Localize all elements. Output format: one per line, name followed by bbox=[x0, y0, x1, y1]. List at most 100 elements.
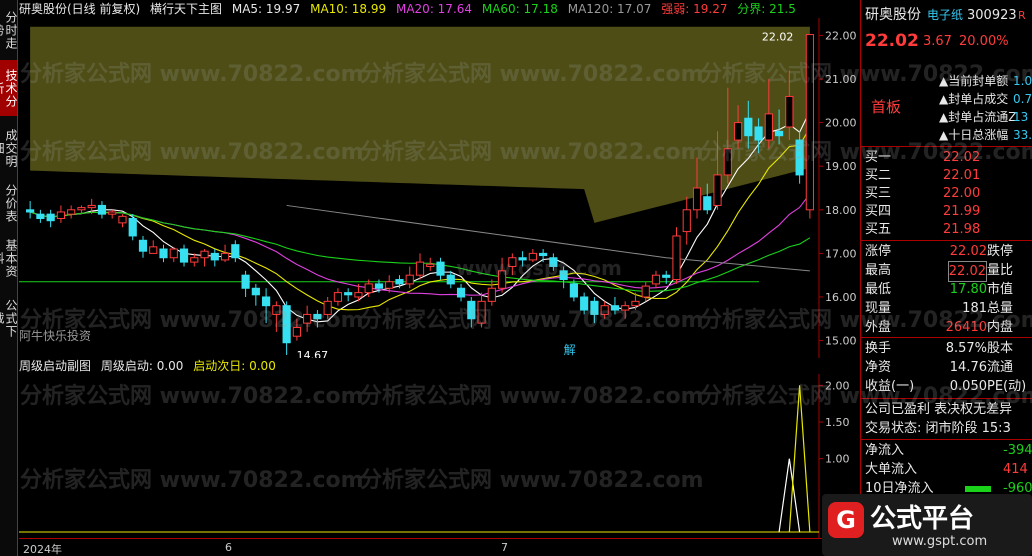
finance-row: 换手 8.57% 股本 bbox=[861, 339, 1032, 358]
stat-row: 现量 181 总量 bbox=[861, 299, 1032, 318]
seal-row: ▲封单占成交 0.72 bbox=[861, 90, 1032, 109]
sub-tick-label: 1.50 bbox=[825, 416, 850, 429]
candle-body bbox=[467, 300, 476, 320]
finance-value: 8.57% bbox=[945, 341, 987, 356]
tab-basic-info[interactable]: 基本资料 bbox=[0, 230, 18, 286]
last-price: 22.02 bbox=[865, 31, 919, 51]
candle-body bbox=[292, 326, 301, 337]
tab-technical-analysis[interactable]: 技术分析 bbox=[0, 60, 18, 116]
candle-body bbox=[36, 213, 45, 220]
stat-value: 26410 bbox=[945, 320, 987, 335]
stat-label: 最高 bbox=[865, 263, 892, 278]
candle-body bbox=[77, 207, 86, 211]
bid-label: 买一 bbox=[865, 150, 892, 165]
tab-formula-download[interactable]: 公式下载 bbox=[0, 290, 18, 346]
candle-body bbox=[374, 283, 384, 289]
candle-body bbox=[569, 283, 578, 298]
bid-label: 买三 bbox=[865, 186, 892, 201]
company-status: 公司已盈利 表决权无差异 bbox=[865, 402, 1013, 417]
sub-chart-title[interactable]: 周级启动副图 bbox=[19, 359, 91, 373]
candle-body bbox=[241, 274, 250, 289]
sector-tag[interactable]: 电子纸 bbox=[927, 6, 963, 25]
candle-body bbox=[733, 122, 743, 141]
candle-body bbox=[200, 250, 209, 259]
bid-row[interactable]: 买二 22.01 bbox=[861, 166, 1032, 185]
seal-row: ▲当前封单额 1.03 bbox=[861, 72, 1032, 91]
candle-body bbox=[333, 292, 343, 302]
candle-body bbox=[703, 196, 712, 211]
bid-row[interactable]: 买四 21.99 bbox=[861, 202, 1032, 221]
resistance-band bbox=[30, 26, 810, 223]
seal-label: ▲十日总涨幅 bbox=[939, 128, 1009, 142]
candle-body bbox=[805, 34, 814, 211]
finance-label: 净资 bbox=[865, 360, 892, 375]
candle-body bbox=[128, 218, 137, 237]
signal-line bbox=[778, 458, 801, 533]
candle-body bbox=[87, 204, 96, 209]
seal-label: ▲封单占流通Z bbox=[939, 110, 1017, 124]
price-chart[interactable]: 22.00 21.00 20.00 19.00 18.00 17.00 16.00 15.00… bbox=[19, 18, 857, 358]
candle-body bbox=[56, 211, 65, 220]
stat-label: 涨停 bbox=[865, 244, 892, 259]
candle-body bbox=[508, 257, 517, 267]
strength-readout: 强弱: 19.27 bbox=[661, 2, 728, 16]
tab-time-share[interactable]: 分时走势 bbox=[0, 2, 18, 58]
candle-body bbox=[754, 126, 763, 141]
tab-price-table[interactable]: 分价表 bbox=[0, 180, 18, 226]
stat-label: 外盘 bbox=[865, 320, 892, 335]
candle-body bbox=[785, 95, 794, 128]
seal-row: ▲十日总涨幅 33.3 bbox=[861, 126, 1032, 145]
candle-body bbox=[364, 283, 373, 294]
stat-value: 181 bbox=[962, 301, 987, 316]
bid-row[interactable]: 买一 22.02 bbox=[861, 148, 1032, 167]
candle-body bbox=[138, 239, 148, 252]
candle-body bbox=[26, 209, 35, 213]
candle-body bbox=[323, 300, 332, 315]
candle-body bbox=[97, 204, 107, 215]
r-badge: R bbox=[1018, 9, 1026, 22]
bid-row[interactable]: 买三 22.00 bbox=[861, 184, 1032, 203]
ma60-readout: MA60: 17.18 bbox=[481, 2, 558, 16]
candle-body bbox=[528, 252, 537, 261]
finance-row: 收益(一) 0.050 PE(动) bbox=[861, 377, 1032, 396]
finance-value: 14.76 bbox=[949, 360, 987, 375]
candle-body bbox=[610, 305, 620, 311]
signal-line bbox=[788, 385, 811, 533]
candle-body bbox=[600, 305, 609, 315]
candle-body bbox=[303, 313, 312, 324]
candle-body bbox=[549, 257, 558, 267]
stock-code: 300923 bbox=[967, 8, 1017, 23]
candle-body bbox=[764, 113, 773, 141]
ma20-readout: MA20: 17.64 bbox=[395, 2, 473, 16]
gspt-logo: G 公式平台 www.gspt.com bbox=[822, 494, 1032, 556]
candle-body bbox=[446, 274, 455, 285]
candle-body bbox=[220, 252, 230, 261]
indicator-dropdown[interactable]: 横行天下主图 bbox=[150, 2, 222, 16]
flow-value: 414 bbox=[1003, 462, 1028, 477]
price-row: 22.02 3.67 20.00% bbox=[861, 32, 1032, 51]
price-pct: 20.00% bbox=[959, 34, 1009, 49]
candle-body bbox=[456, 287, 466, 298]
jie-signal-label: 解 bbox=[564, 343, 576, 357]
sub-chart-header: 周级启动副图 周级启动: 0.00 启动次日: 0.00 bbox=[19, 358, 282, 374]
sub-tick-label: 2.00 bbox=[825, 379, 850, 392]
stat-row: 最低 17.80 市值 bbox=[861, 280, 1032, 299]
price-tick-label: 15.00 bbox=[825, 335, 857, 348]
tab-trade-detail[interactable]: 成交明细 bbox=[0, 120, 18, 176]
sub-chart[interactable]: 2.00 1.50 1.00 bbox=[19, 374, 857, 538]
bid-row[interactable]: 买五 21.98 bbox=[861, 220, 1032, 239]
logo-text: 公式平台 bbox=[870, 504, 975, 534]
stock-name: 研奥股份 bbox=[865, 7, 921, 23]
flow-label: 净流入 bbox=[865, 443, 905, 458]
price-tick-label: 16.00 bbox=[825, 291, 857, 304]
price-tick-label: 22.00 bbox=[825, 29, 857, 42]
divider bbox=[861, 337, 1032, 338]
candle-body bbox=[395, 279, 404, 285]
stat-value: 22.02 bbox=[949, 244, 987, 259]
candle-body bbox=[580, 296, 589, 311]
candle-body bbox=[539, 252, 548, 257]
boundary-readout: 分界: 21.5 bbox=[737, 2, 796, 16]
price-change: 3.67 bbox=[923, 34, 952, 49]
stat-row: 涨停 22.02 跌停 bbox=[861, 242, 1032, 261]
candle-body bbox=[282, 305, 291, 344]
